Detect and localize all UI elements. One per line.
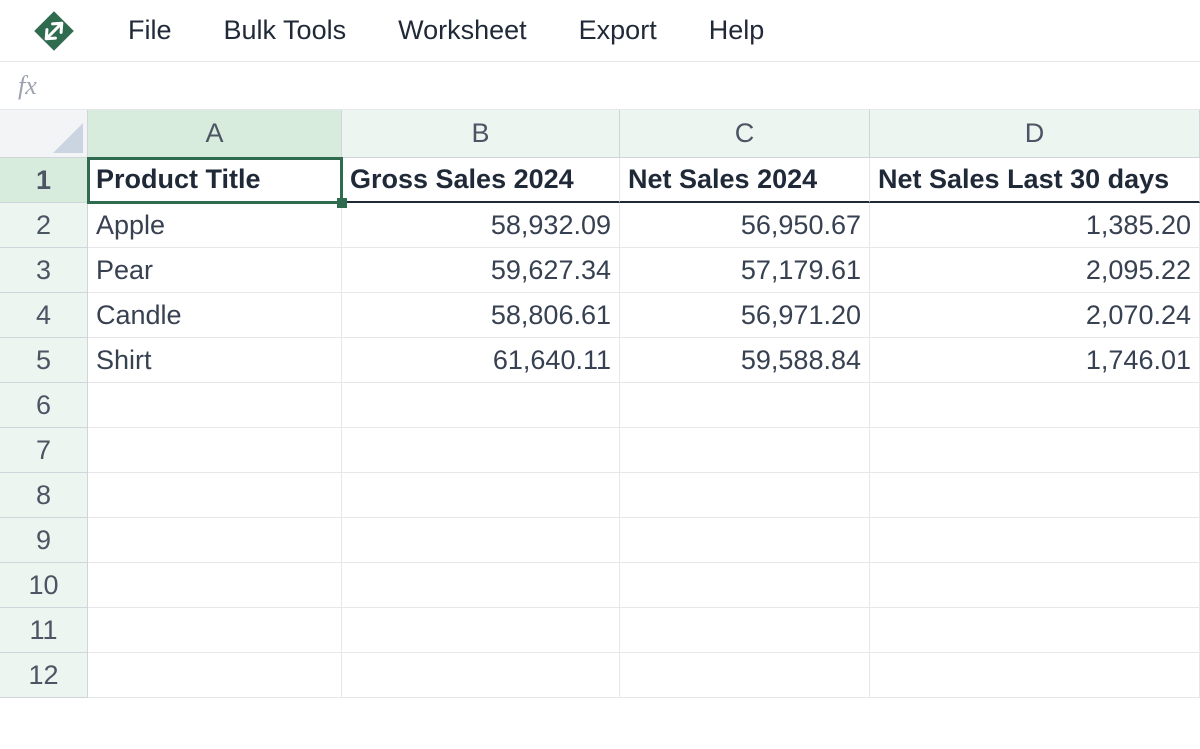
cell-C7[interactable]: [620, 428, 870, 473]
table-row: 3 Pear 59,627.34 57,179.61 2,095.22: [0, 248, 1200, 293]
cell-A11[interactable]: [88, 608, 342, 653]
cell-D4[interactable]: 2,070.24: [870, 293, 1200, 338]
cell-C9[interactable]: [620, 518, 870, 563]
cell-B7[interactable]: [342, 428, 620, 473]
cell-A2[interactable]: Apple: [88, 203, 342, 248]
cell-A5[interactable]: Shirt: [88, 338, 342, 383]
table-row: 11: [0, 608, 1200, 653]
row-header-7[interactable]: 7: [0, 428, 88, 473]
cell-D5[interactable]: 1,746.01: [870, 338, 1200, 383]
cell-D8[interactable]: [870, 473, 1200, 518]
cell-C6[interactable]: [620, 383, 870, 428]
cell-A10[interactable]: [88, 563, 342, 608]
cell-B6[interactable]: [342, 383, 620, 428]
select-all-corner[interactable]: [0, 110, 88, 158]
column-header-A[interactable]: A: [88, 110, 342, 158]
table-row: 12: [0, 653, 1200, 698]
row-header-11[interactable]: 11: [0, 608, 88, 653]
row-header-12[interactable]: 12: [0, 653, 88, 698]
cell-B11[interactable]: [342, 608, 620, 653]
cell-B10[interactable]: [342, 563, 620, 608]
cell-B5[interactable]: 61,640.11: [342, 338, 620, 383]
cell-C11[interactable]: [620, 608, 870, 653]
row-header-8[interactable]: 8: [0, 473, 88, 518]
row-header-4[interactable]: 4: [0, 293, 88, 338]
row-header-9[interactable]: 9: [0, 518, 88, 563]
cell-C2[interactable]: 56,950.67: [620, 203, 870, 248]
table-row: 10: [0, 563, 1200, 608]
cell-C1[interactable]: Net Sales 2024: [620, 158, 870, 203]
row-header-1[interactable]: 1: [0, 158, 88, 203]
fx-icon: fx: [18, 71, 37, 101]
table-row: 1 Product Title Gross Sales 2024 Net Sal…: [0, 158, 1200, 203]
cell-A1[interactable]: Product Title: [88, 158, 342, 203]
menu-bulk-tools[interactable]: Bulk Tools: [224, 15, 347, 46]
spreadsheet-grid: A B C D 1 Product Title Gross Sales 2024…: [0, 110, 1200, 698]
column-header-D[interactable]: D: [870, 110, 1200, 158]
cell-D1[interactable]: Net Sales Last 30 days: [870, 158, 1200, 203]
cell-D9[interactable]: [870, 518, 1200, 563]
cell-B3[interactable]: 59,627.34: [342, 248, 620, 293]
menu-export[interactable]: Export: [579, 15, 657, 46]
cell-C12[interactable]: [620, 653, 870, 698]
cell-D11[interactable]: [870, 608, 1200, 653]
row-header-10[interactable]: 10: [0, 563, 88, 608]
cell-C3[interactable]: 57,179.61: [620, 248, 870, 293]
cell-B2[interactable]: 58,932.09: [342, 203, 620, 248]
table-row: 2 Apple 58,932.09 56,950.67 1,385.20: [0, 203, 1200, 248]
cell-D10[interactable]: [870, 563, 1200, 608]
menu-help[interactable]: Help: [709, 15, 765, 46]
cell-A4[interactable]: Candle: [88, 293, 342, 338]
table-row: 9: [0, 518, 1200, 563]
cell-B12[interactable]: [342, 653, 620, 698]
cell-B8[interactable]: [342, 473, 620, 518]
column-header-C[interactable]: C: [620, 110, 870, 158]
cell-D2[interactable]: 1,385.20: [870, 203, 1200, 248]
cell-B4[interactable]: 58,806.61: [342, 293, 620, 338]
cell-C8[interactable]: [620, 473, 870, 518]
cell-B1[interactable]: Gross Sales 2024: [342, 158, 620, 203]
cell-A7[interactable]: [88, 428, 342, 473]
row-header-5[interactable]: 5: [0, 338, 88, 383]
menu-file[interactable]: File: [128, 15, 172, 46]
row-header-6[interactable]: 6: [0, 383, 88, 428]
column-header-row: A B C D: [0, 110, 1200, 158]
cell-D6[interactable]: [870, 383, 1200, 428]
app-logo-icon: [32, 9, 76, 53]
column-header-B[interactable]: B: [342, 110, 620, 158]
cell-A12[interactable]: [88, 653, 342, 698]
cell-D7[interactable]: [870, 428, 1200, 473]
cell-C4[interactable]: 56,971.20: [620, 293, 870, 338]
row-header-3[interactable]: 3: [0, 248, 88, 293]
formula-bar[interactable]: fx: [0, 62, 1200, 110]
cell-A8[interactable]: [88, 473, 342, 518]
cell-D3[interactable]: 2,095.22: [870, 248, 1200, 293]
table-row: 6: [0, 383, 1200, 428]
row-header-2[interactable]: 2: [0, 203, 88, 248]
cell-C5[interactable]: 59,588.84: [620, 338, 870, 383]
menu-bar: File Bulk Tools Worksheet Export Help: [0, 0, 1200, 62]
menu-worksheet[interactable]: Worksheet: [398, 15, 527, 46]
cell-C10[interactable]: [620, 563, 870, 608]
table-row: 8: [0, 473, 1200, 518]
table-row: 4 Candle 58,806.61 56,971.20 2,070.24: [0, 293, 1200, 338]
cell-A9[interactable]: [88, 518, 342, 563]
cell-A6[interactable]: [88, 383, 342, 428]
cell-B9[interactable]: [342, 518, 620, 563]
table-row: 5 Shirt 61,640.11 59,588.84 1,746.01: [0, 338, 1200, 383]
cell-A3[interactable]: Pear: [88, 248, 342, 293]
cell-D12[interactable]: [870, 653, 1200, 698]
table-row: 7: [0, 428, 1200, 473]
